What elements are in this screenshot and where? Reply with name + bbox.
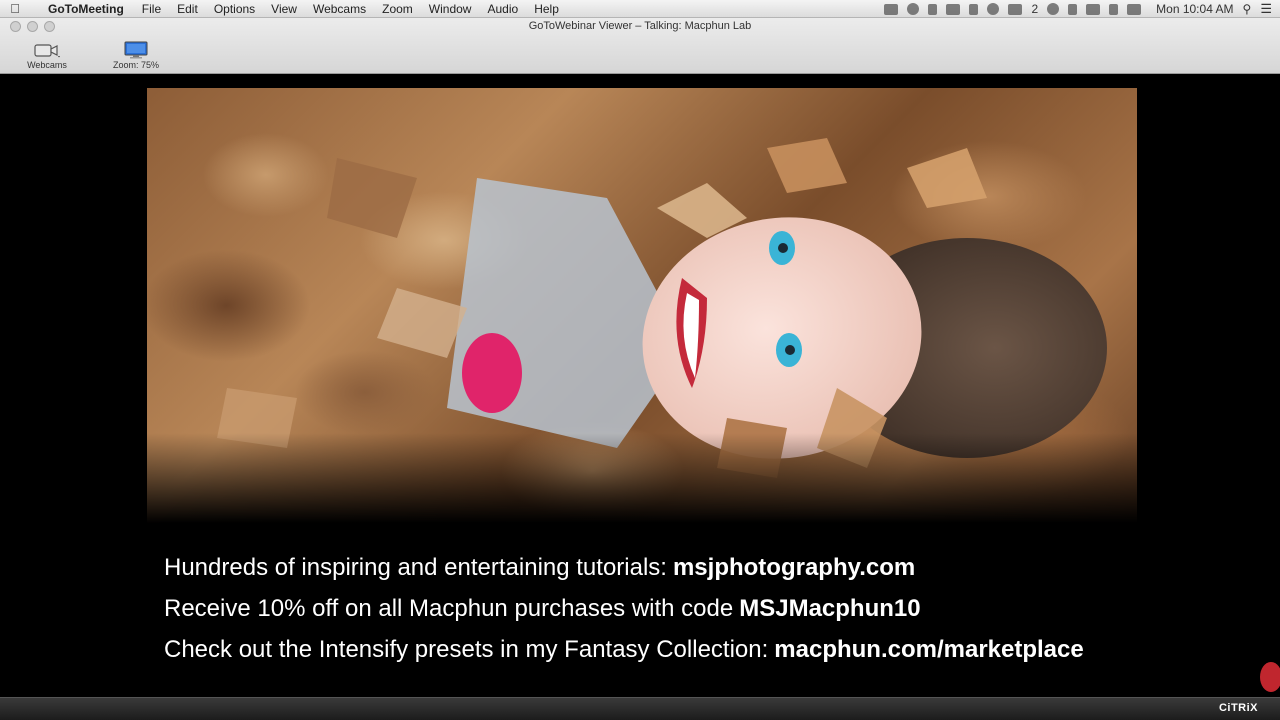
- caption-tutorials-link: msjphotography.com: [672, 553, 916, 581]
- photo-girl-in-leaves-drawing: [217, 138, 1107, 478]
- viewer-bottom-bar: CiTRiX: [0, 697, 1280, 720]
- presenter-indicator-icon[interactable]: [1260, 662, 1280, 692]
- webcams-button[interactable]: Webcams: [22, 40, 72, 70]
- wifi-icon[interactable]: [1086, 3, 1101, 15]
- status-area: 2 Mon 10:04 AM ⚲ ☰: [884, 0, 1272, 18]
- caption-presets-text: Check out the Intensify presets in my Fa…: [164, 635, 769, 663]
- caption-tutorials-text: Hundreds of inspiring and entertaining t…: [164, 553, 667, 581]
- sync-status-icon[interactable]: [907, 3, 920, 15]
- caption-presets: Check out the Intensify presets in my Fa…: [164, 629, 1164, 670]
- notification-center-icon[interactable]: ☰: [1260, 1, 1272, 17]
- window-titlebar: GoToWebinar Viewer – Talking: Macphun La…: [0, 18, 1280, 74]
- caption-discount: Receive 10% off on all Macphun purchases…: [164, 588, 1164, 629]
- spotlight-search-icon[interactable]: ⚲: [1243, 2, 1252, 16]
- caption-discount-text: Receive 10% off on all Macphun purchases…: [164, 594, 734, 622]
- bluetooth-icon[interactable]: [1068, 3, 1078, 15]
- caption-discount-code: MSJMacphun10: [739, 594, 921, 622]
- webcam-icon: [33, 40, 61, 60]
- leaf-shape: [717, 418, 787, 478]
- leaf-shape: [907, 148, 987, 208]
- leaf-shape: [377, 288, 467, 358]
- leaf-shape: [327, 158, 417, 238]
- pink-garment-shape: [462, 333, 522, 413]
- phone-status-icon[interactable]: [969, 3, 979, 15]
- promo-captions: Hundreds of inspiring and entertaining t…: [164, 547, 1164, 670]
- caption-tutorials: Hundreds of inspiring and entertaining t…: [164, 547, 1164, 588]
- leaf-shape: [217, 388, 297, 448]
- camera-status-icon[interactable]: [884, 3, 899, 15]
- leaf-shape: [767, 138, 847, 193]
- zoom-label: Zoom: 75%: [112, 60, 160, 70]
- clipboard-status-icon[interactable]: [928, 3, 938, 15]
- webcams-label: Webcams: [27, 60, 67, 70]
- time-machine-icon[interactable]: [1047, 3, 1060, 15]
- menubar-clock[interactable]: Mon 10:04 AM: [1156, 2, 1233, 16]
- adobe-status-icon[interactable]: [1008, 3, 1023, 15]
- battery-icon[interactable]: [1127, 3, 1142, 15]
- record-status-icon[interactable]: [987, 3, 1000, 15]
- menu-view[interactable]: View: [263, 2, 305, 16]
- window-title: GoToWebinar Viewer – Talking: Macphun La…: [528, 20, 752, 32]
- menu-audio[interactable]: Audio: [479, 2, 526, 16]
- notification-count-badge[interactable]: 2: [1031, 2, 1038, 16]
- menu-help[interactable]: Help: [526, 2, 567, 16]
- citrix-logo: CiTRiX: [1218, 702, 1258, 714]
- menu-app-name[interactable]: GoToMeeting: [30, 2, 134, 16]
- monitor-icon: [123, 40, 149, 60]
- zoom-button[interactable]: Zoom: 75%: [104, 40, 168, 70]
- menu-file[interactable]: File: [134, 2, 169, 16]
- menu-webcams[interactable]: Webcams: [305, 2, 374, 16]
- menu-edit[interactable]: Edit: [169, 2, 206, 16]
- menu-window[interactable]: Window: [421, 2, 480, 16]
- volume-icon[interactable]: [1109, 3, 1119, 15]
- menu-zoom[interactable]: Zoom: [374, 2, 421, 16]
- apple-icon[interactable]: : [0, 1, 30, 16]
- home-status-icon[interactable]: [946, 3, 961, 15]
- menu-options[interactable]: Options: [206, 2, 263, 16]
- photo-girl-in-leaves: [147, 88, 1137, 523]
- menu-bar:  GoToMeeting File Edit Options View Web…: [0, 0, 1280, 18]
- pupil-upper-shape: [778, 243, 788, 253]
- pupil-lower-shape: [785, 345, 795, 355]
- presentation-stage: Hundreds of inspiring and entertaining t…: [4, 75, 1280, 697]
- caption-presets-link: macphun.com/marketplace: [774, 635, 1084, 663]
